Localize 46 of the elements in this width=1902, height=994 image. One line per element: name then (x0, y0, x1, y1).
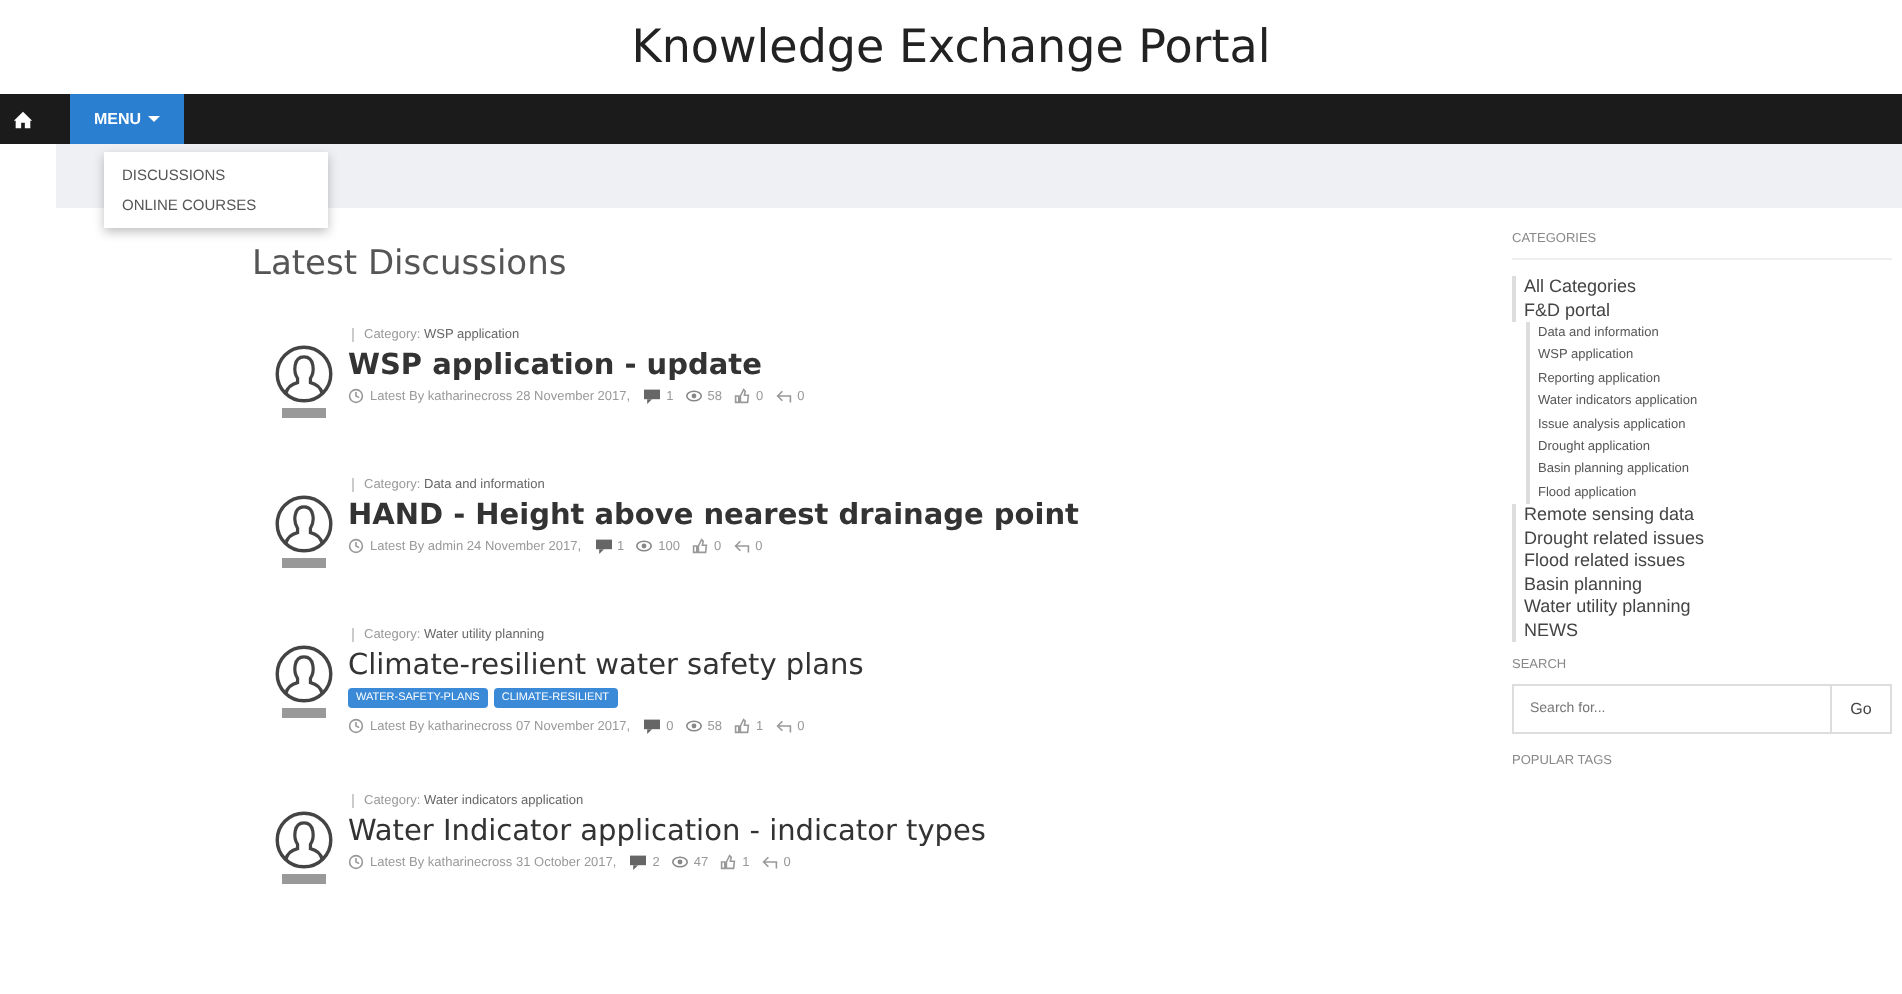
thumb-icon (720, 854, 737, 870)
category-link[interactable]: NEWS (1512, 619, 1892, 643)
thumb-icon (733, 388, 750, 404)
go-button[interactable]: Go (1832, 684, 1892, 735)
caret-icon (147, 116, 160, 122)
comment-icon (630, 854, 647, 870)
avatar-badge (282, 558, 326, 568)
clock-icon (348, 388, 364, 404)
thumb-icon (733, 718, 750, 734)
eye-icon (636, 538, 653, 554)
home-icon[interactable] (12, 108, 34, 130)
reply-icon (775, 388, 792, 404)
avatar-badge (282, 708, 326, 718)
clock-icon (348, 718, 364, 734)
comment-icon (644, 388, 661, 404)
category-link[interactable]: All Categories (1512, 276, 1892, 299)
discussion-title[interactable]: WSP application - update (348, 350, 811, 382)
discussion-title[interactable]: Water Indicator application - indicator types (348, 816, 986, 848)
comment-icon (644, 718, 661, 734)
reply-icon (775, 718, 792, 734)
menu-button[interactable]: MENU (70, 94, 184, 144)
category-link[interactable]: Water utility planning (1512, 596, 1892, 620)
reply-icon (733, 538, 750, 554)
avatar-icon (274, 810, 334, 870)
avatar-icon (274, 494, 334, 554)
discussion-title[interactable]: HAND - Height above nearest drainage point (348, 500, 1079, 532)
comment-icon (595, 538, 612, 554)
avatar-badge (282, 408, 326, 418)
discussion-title[interactable]: Climate-resilient water safety plans (348, 650, 864, 682)
avatar-icon (274, 644, 334, 704)
avatar-icon (274, 344, 334, 404)
eye-icon (685, 388, 702, 404)
category-link[interactable]: Basin planning (1512, 573, 1892, 597)
category-link[interactable]: F&D portal (1512, 299, 1892, 322)
clock-icon (348, 538, 364, 554)
reply-icon (761, 854, 778, 870)
category-link[interactable]: Drought related issues (1512, 527, 1892, 551)
category-link[interactable]: Flood related issues (1512, 550, 1892, 574)
thumb-icon (692, 538, 708, 554)
category-link[interactable]: Remote sensing data (1512, 504, 1892, 528)
eye-icon (685, 718, 702, 734)
eye-icon (671, 854, 688, 870)
clock-icon (348, 854, 364, 870)
avatar-badge (282, 874, 326, 884)
section-heading: Latest Discussions (252, 244, 569, 284)
site-title: Knowledge Exchange Portal (631, 21, 1271, 73)
